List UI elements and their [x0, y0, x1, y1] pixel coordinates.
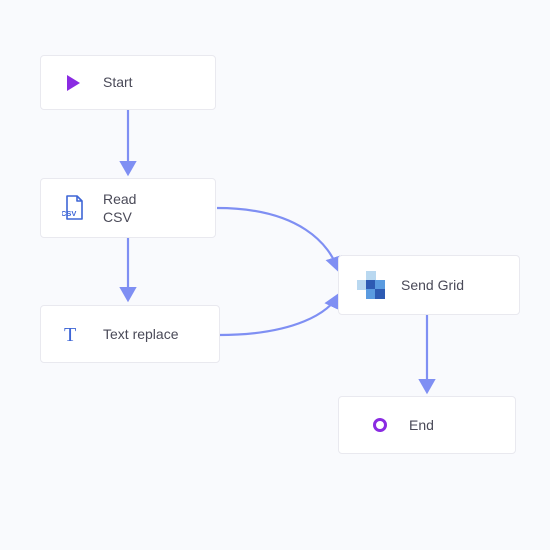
play-icon: [59, 69, 87, 97]
node-start[interactable]: Start: [40, 55, 216, 110]
node-label: Start: [103, 73, 133, 91]
node-send-grid[interactable]: Send Grid: [338, 255, 520, 315]
text-icon: T: [59, 320, 87, 348]
workflow-canvas: Start CSV Read CSV T Text replace: [0, 0, 550, 550]
csv-file-icon: CSV: [59, 194, 87, 222]
sendgrid-icon: [357, 271, 385, 299]
node-label: Text replace: [103, 325, 178, 343]
node-end[interactable]: End: [338, 396, 516, 454]
svg-text:T: T: [64, 324, 76, 345]
node-label: End: [409, 416, 434, 434]
node-text-replace[interactable]: T Text replace: [40, 305, 220, 363]
node-read-csv[interactable]: CSV Read CSV: [40, 178, 216, 238]
svg-text:CSV: CSV: [62, 209, 76, 218]
node-label: Read CSV: [103, 190, 136, 226]
end-circle-icon: [371, 416, 389, 434]
node-label: Send Grid: [401, 276, 464, 294]
